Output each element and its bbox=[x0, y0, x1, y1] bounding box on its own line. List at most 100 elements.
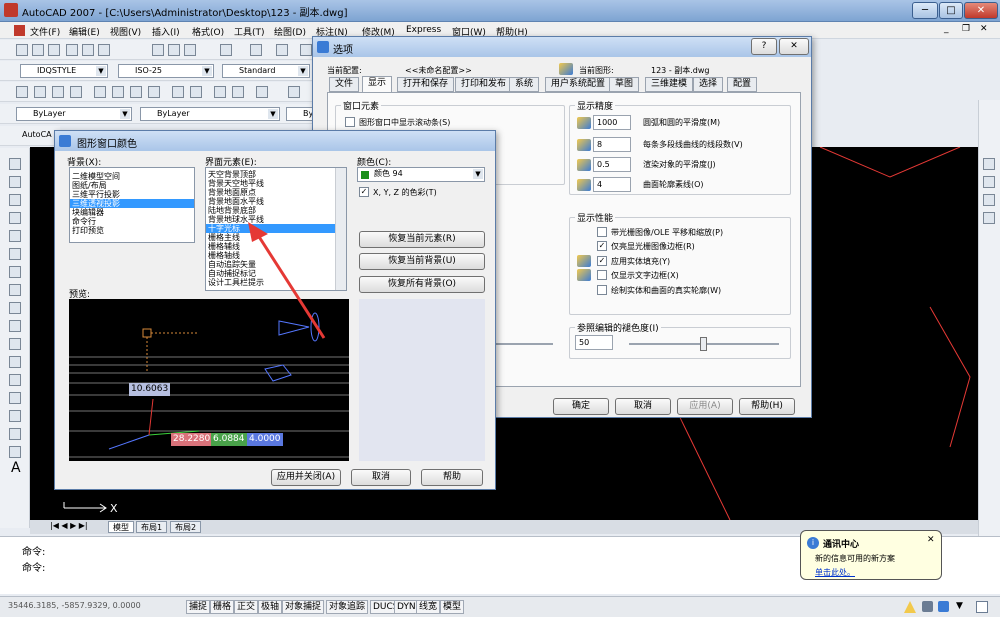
colors-cancel-button[interactable]: 取消 bbox=[351, 469, 411, 486]
diameter-dim-icon[interactable] bbox=[130, 86, 142, 98]
doc-restore-icon[interactable]: ❐ bbox=[962, 24, 970, 34]
open-icon[interactable] bbox=[32, 44, 44, 56]
line-icon[interactable] bbox=[9, 158, 21, 170]
notification-link[interactable]: 单击此处。 bbox=[815, 567, 855, 578]
comm-center-icon[interactable] bbox=[938, 601, 949, 612]
dyn-toggle[interactable]: DYN bbox=[394, 600, 419, 614]
scrollbars-checkbox[interactable] bbox=[345, 117, 355, 127]
copy-object-icon[interactable] bbox=[983, 176, 995, 188]
new-icon[interactable] bbox=[16, 44, 28, 56]
tolerance-icon[interactable] bbox=[214, 86, 226, 98]
menu-draw[interactable]: 绘图(D) bbox=[274, 25, 306, 38]
erase-icon[interactable] bbox=[983, 158, 995, 170]
text-frame-checkbox[interactable] bbox=[597, 270, 607, 280]
restore-all-button[interactable]: 恢复所有背景(O) bbox=[359, 276, 485, 293]
context-item[interactable]: 三维平行投影 bbox=[70, 190, 194, 199]
context-item-selected[interactable]: 三维透视投影 bbox=[70, 199, 194, 208]
pan-icon[interactable] bbox=[300, 44, 312, 56]
solid-fill-checkbox[interactable]: ✓ bbox=[597, 256, 607, 266]
polyline-icon[interactable] bbox=[9, 194, 21, 206]
aligned-dim-icon[interactable] bbox=[34, 86, 46, 98]
offset-icon[interactable] bbox=[983, 212, 995, 224]
context-item[interactable]: 打印预览 bbox=[70, 226, 194, 235]
redo-icon[interactable] bbox=[276, 44, 288, 56]
spline-icon[interactable] bbox=[9, 302, 21, 314]
text-style-combo[interactable]: IDQSTYLE ▼ bbox=[20, 64, 108, 78]
element-item[interactable]: 背景地面水平线 bbox=[206, 197, 346, 206]
context-item[interactable]: 图纸/布局 bbox=[70, 181, 194, 190]
match-properties-icon[interactable] bbox=[220, 44, 232, 56]
warning-icon[interactable] bbox=[904, 601, 916, 613]
menu-view[interactable]: 视图(V) bbox=[110, 25, 141, 38]
ordinate-dim-icon[interactable] bbox=[70, 86, 82, 98]
xref-fade-input[interactable]: 50 bbox=[575, 335, 613, 350]
menu-edit[interactable]: 编辑(E) bbox=[69, 25, 100, 38]
rectangle-icon[interactable] bbox=[9, 230, 21, 242]
statusbar-menu-icon[interactable]: ▼ bbox=[956, 601, 963, 611]
dim-edit-icon[interactable] bbox=[256, 86, 268, 98]
copy-icon[interactable] bbox=[168, 44, 180, 56]
menu-express[interactable]: Express bbox=[406, 25, 441, 35]
publish-icon[interactable] bbox=[98, 44, 110, 56]
menu-tools[interactable]: 工具(T) bbox=[234, 25, 265, 38]
baseline-dim-icon[interactable] bbox=[172, 86, 184, 98]
text-icon[interactable]: A bbox=[11, 460, 21, 476]
print-icon[interactable] bbox=[66, 44, 78, 56]
xref-fade-slider-thumb[interactable] bbox=[700, 337, 707, 351]
snap-toggle[interactable]: 捕捉 bbox=[186, 600, 211, 614]
polygon-icon[interactable] bbox=[9, 212, 21, 224]
restore-element-button[interactable]: 恢复当前元素(R) bbox=[359, 231, 485, 248]
region-icon[interactable] bbox=[9, 446, 21, 458]
notification-close-icon[interactable]: ✕ bbox=[927, 535, 935, 545]
element-item[interactable]: 天空背景顶部 bbox=[206, 170, 346, 179]
tab-plot-publish[interactable]: 打印和发布 bbox=[455, 77, 513, 92]
linetype-combo[interactable]: ByLayer ▼ bbox=[140, 107, 280, 121]
tab-selection[interactable]: 选择 bbox=[693, 77, 724, 92]
raster-frame-checkbox[interactable]: ✓ bbox=[597, 241, 607, 251]
point-icon[interactable] bbox=[9, 392, 21, 404]
arc-dim-icon[interactable] bbox=[52, 86, 64, 98]
layer-combo[interactable]: ByLayer ▼ bbox=[16, 107, 132, 121]
otrack-toggle[interactable]: 对象追踪 bbox=[326, 600, 369, 614]
jogged-dim-icon[interactable] bbox=[112, 86, 124, 98]
menu-insert[interactable]: 插入(I) bbox=[152, 25, 180, 38]
construction-line-icon[interactable] bbox=[9, 176, 21, 188]
tab-user-prefs[interactable]: 用户系统配置 bbox=[545, 77, 612, 92]
apply-close-button[interactable]: 应用并关闭(A) bbox=[271, 469, 341, 486]
osnap-toggle[interactable]: 对象捕捉 bbox=[282, 600, 325, 614]
xref-fade-slider-track[interactable] bbox=[629, 337, 779, 351]
clean-screen-icon[interactable] bbox=[976, 601, 988, 613]
tab-nav-first-icon[interactable]: |◀ ◀ ▶ ▶| bbox=[50, 521, 88, 530]
model-toggle[interactable]: 模型 bbox=[440, 600, 465, 614]
polyline-segments-input[interactable]: 8 bbox=[593, 137, 631, 152]
tab-model[interactable]: 模型 bbox=[108, 521, 134, 533]
ellipse-arc-icon[interactable] bbox=[9, 338, 21, 350]
tint-checkbox[interactable]: ✓ bbox=[359, 187, 369, 197]
insert-block-icon[interactable] bbox=[9, 356, 21, 368]
continue-dim-icon[interactable] bbox=[190, 86, 202, 98]
revision-cloud-icon[interactable] bbox=[9, 284, 21, 296]
tab-profiles[interactable]: 配置 bbox=[727, 77, 758, 92]
make-block-icon[interactable] bbox=[9, 374, 21, 386]
tab-files[interactable]: 文件 bbox=[329, 77, 360, 92]
silhouette-checkbox[interactable] bbox=[597, 285, 607, 295]
menu-format[interactable]: 格式(O) bbox=[192, 25, 224, 38]
minimize-button[interactable]: ─ bbox=[912, 2, 938, 19]
doc-close-icon[interactable]: ✕ bbox=[980, 24, 988, 34]
angular-dim-icon[interactable] bbox=[148, 86, 160, 98]
mirror-icon[interactable] bbox=[983, 194, 995, 206]
gradient-icon[interactable] bbox=[9, 428, 21, 440]
render-smoothness-input[interactable]: 0.5 bbox=[593, 157, 631, 172]
maximize-button[interactable]: □ bbox=[939, 2, 963, 19]
tab-open-save[interactable]: 打开和保存 bbox=[397, 77, 455, 92]
lock-icon[interactable] bbox=[922, 601, 933, 612]
circle-icon[interactable] bbox=[9, 266, 21, 278]
tab-layout1[interactable]: 布局1 bbox=[136, 521, 168, 533]
hatch-icon[interactable] bbox=[9, 410, 21, 422]
contour-lines-input[interactable]: 4 bbox=[593, 177, 631, 192]
raster-pan-checkbox[interactable] bbox=[597, 227, 607, 237]
options-cancel-button[interactable]: 取消 bbox=[615, 398, 671, 415]
tab-drafting[interactable]: 草图 bbox=[609, 77, 640, 92]
options-apply-button[interactable]: 应用(A) bbox=[677, 398, 733, 415]
element-item[interactable]: 背景地面原点 bbox=[206, 188, 346, 197]
